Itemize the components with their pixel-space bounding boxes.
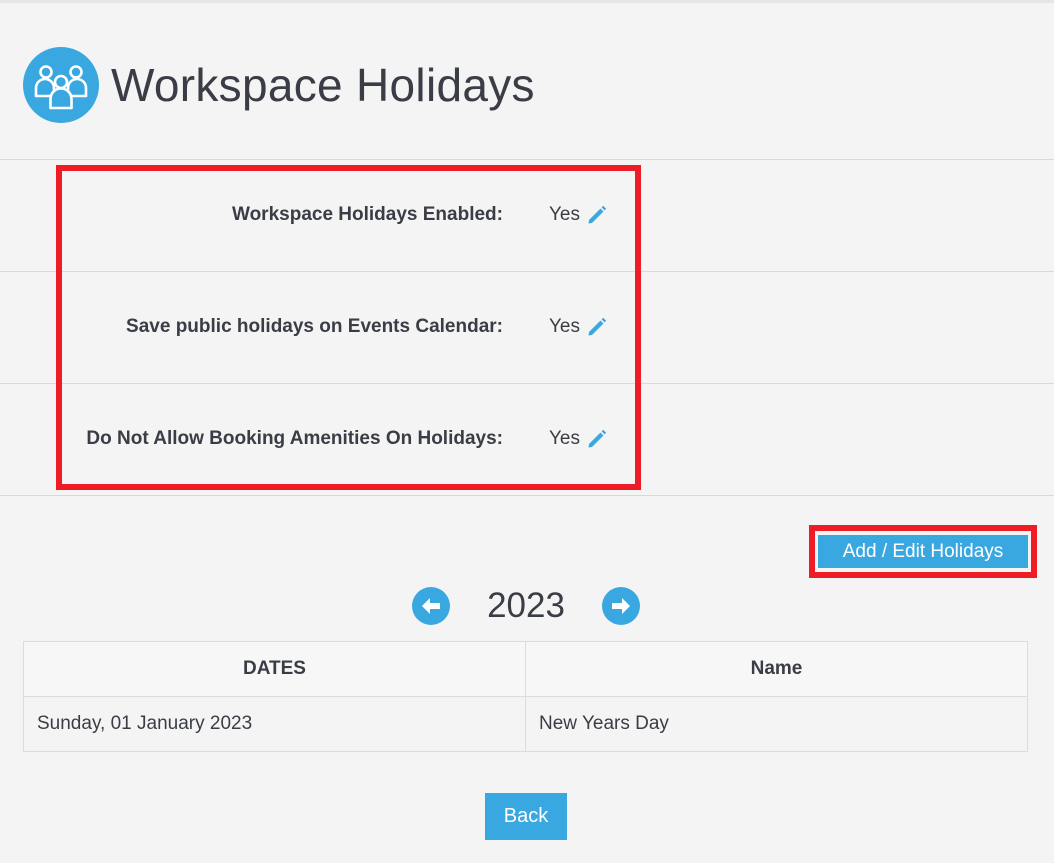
- top-divider: [0, 0, 1054, 3]
- pencil-icon[interactable]: [586, 204, 608, 226]
- setting-value-text: Yes: [549, 428, 580, 449]
- table-cell-date: Sunday, 01 January 2023: [23, 696, 526, 752]
- table-cell-name: New Years Day: [525, 696, 1028, 752]
- setting-row-holidays-enabled: Workspace Holidays Enabled: Yes: [0, 159, 640, 271]
- table-row: Sunday, 01 January 2023 New Years Day: [23, 696, 1028, 752]
- setting-label: Do Not Allow Booking Amenities On Holida…: [86, 428, 503, 449]
- page-title: Workspace Holidays: [111, 59, 535, 111]
- arrow-right-circle-icon[interactable]: [602, 587, 640, 625]
- setting-value-text: Yes: [549, 316, 580, 337]
- setting-value: Yes: [549, 159, 608, 271]
- pencil-icon[interactable]: [586, 428, 608, 450]
- column-header-dates: DATES: [23, 641, 526, 697]
- table-header-row: DATES Name: [23, 641, 1028, 697]
- page-header: Workspace Holidays: [23, 47, 535, 123]
- setting-label: Workspace Holidays Enabled:: [231, 204, 503, 225]
- setting-row-save-public-holidays: Save public holidays on Events Calendar:…: [0, 271, 640, 383]
- people-group-icon: [23, 47, 99, 123]
- arrow-left-circle-icon[interactable]: [412, 587, 450, 625]
- setting-label: Save public holidays on Events Calendar:: [126, 316, 503, 337]
- setting-value-text: Yes: [549, 204, 580, 225]
- year-label: 2023: [487, 586, 565, 625]
- setting-row-no-booking-amenities: Do Not Allow Booking Amenities On Holida…: [0, 383, 640, 495]
- divider: [0, 495, 1054, 496]
- add-edit-holidays-button[interactable]: Add / Edit Holidays: [818, 535, 1028, 568]
- back-button[interactable]: Back: [485, 793, 567, 840]
- column-header-name: Name: [525, 641, 1028, 697]
- holidays-table: DATES Name Sunday, 01 January 2023 New Y…: [23, 641, 1028, 752]
- setting-value: Yes: [549, 271, 608, 383]
- pencil-icon[interactable]: [586, 316, 608, 338]
- setting-value: Yes: [549, 383, 608, 495]
- year-navigation: 2023: [0, 584, 1054, 628]
